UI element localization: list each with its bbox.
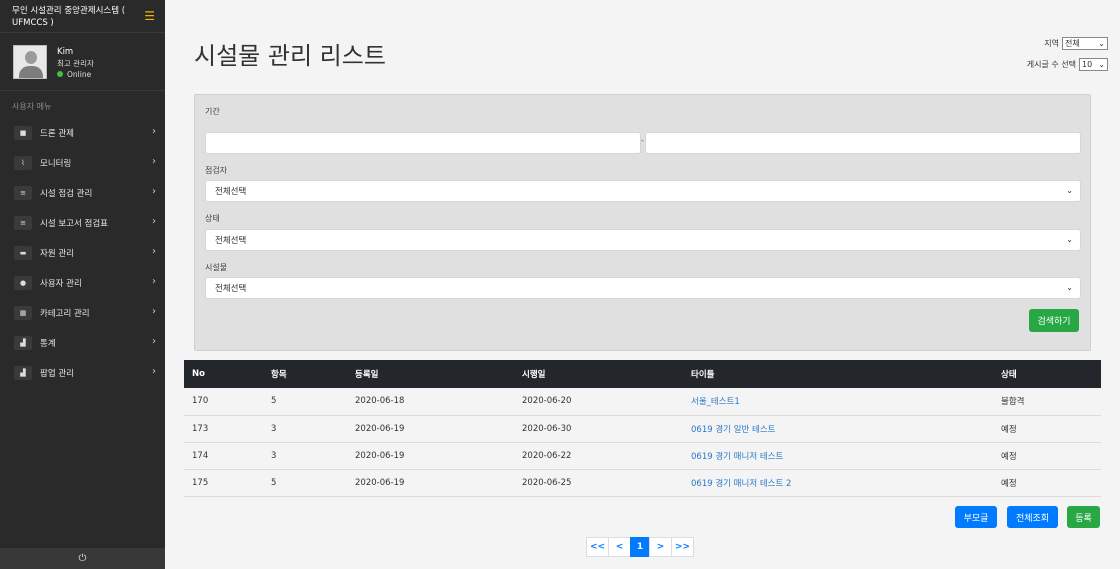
avatar: [13, 45, 47, 79]
status-select[interactable]: 전체선택 ⌄: [205, 229, 1081, 251]
inspector-label: 점검자: [205, 166, 228, 175]
page-size-select[interactable]: 10 ⌄: [1079, 58, 1108, 71]
region-label: 지역: [1044, 39, 1059, 48]
col-executed: 시행일: [514, 360, 683, 388]
col-item: 항목: [263, 360, 347, 388]
col-registered: 등록일: [347, 360, 514, 388]
inspector-select[interactable]: 전체선택 ⌄: [205, 180, 1081, 202]
chevron-right-icon: ›: [152, 336, 156, 347]
sidebar-item-monitoring[interactable]: ⌇ 모니터링 ›: [0, 148, 165, 178]
row-title-link[interactable]: 0619 경기 매니저 테스트: [691, 452, 783, 462]
row-title-link[interactable]: 서울_테스트1: [691, 397, 740, 407]
period-end-input[interactable]: [645, 132, 1081, 154]
filter-panel: 기간 - 점검자 전체선택 ⌄ 상태 전체선택 ⌄ 시설물 전체선택 ⌄ 검색하기: [194, 94, 1091, 351]
col-no: No: [184, 360, 263, 388]
page-current-button[interactable]: 1: [630, 537, 650, 557]
list-icon: ≡: [14, 186, 32, 200]
chevron-right-icon: ›: [152, 306, 156, 317]
line-chart-icon: ⌇: [14, 156, 32, 170]
brand-title: 무인 시설관리 중앙관제시스템 ( UFMCCS ): [12, 6, 126, 28]
chevron-down-icon: ⌄: [1066, 186, 1073, 195]
sidebar-item-drone-control[interactable]: ■ 드론 관제 ›: [0, 118, 165, 148]
col-title: 타이틀: [683, 360, 993, 388]
row-title-link[interactable]: 0619 경기 매니저 테스트 2: [691, 479, 791, 489]
chevron-down-icon: ⌄: [1098, 60, 1105, 69]
sidebar-item-users[interactable]: ● 사용자 관리 ›: [0, 268, 165, 298]
chevron-right-icon: ›: [152, 366, 156, 377]
sidebar-item-statistics[interactable]: ▟ 통계 ›: [0, 328, 165, 358]
col-status: 상태: [993, 360, 1101, 388]
online-dot-icon: [57, 71, 63, 77]
list-icon: ≡: [14, 216, 32, 230]
menu-header: 사용자 메뉴: [12, 102, 52, 111]
table-row: 173 3 2020-06-19 2020-06-30 0619 경기 일반 테…: [184, 415, 1101, 443]
chevron-down-icon: ⌄: [1098, 39, 1105, 48]
chevron-right-icon: ›: [152, 126, 156, 137]
page-prev-button[interactable]: <: [608, 537, 631, 557]
hard-drive-icon: ▬: [14, 246, 32, 260]
period-separator: -: [641, 136, 644, 145]
facility-select[interactable]: 전체선택 ⌄: [205, 277, 1081, 299]
chevron-down-icon: ⌄: [1066, 235, 1073, 244]
facility-label: 시설물: [205, 263, 228, 272]
table-row: 174 3 2020-06-19 2020-06-22 0619 경기 매니저 …: [184, 442, 1101, 470]
region-select[interactable]: 전체 ⌄: [1062, 37, 1108, 50]
sidebar: 무인 시설관리 중앙관제시스템 ( UFMCCS ) ☰ Kim 최고 관리자 …: [0, 0, 165, 569]
menu-toggle-icon[interactable]: ☰: [144, 10, 155, 22]
search-button[interactable]: 검색하기: [1029, 309, 1079, 332]
status-label: 상태: [205, 214, 220, 223]
top-controls: 지역 전체 ⌄ 게시글 수 선택 10 ⌄: [1027, 37, 1108, 79]
pagination: << < 1 > >>: [586, 537, 694, 557]
user-name: Kim: [57, 47, 74, 57]
chevron-right-icon: ›: [152, 156, 156, 167]
brand: 무인 시설관리 중앙관제시스템 ( UFMCCS ) ☰: [0, 0, 165, 33]
sidebar-item-popups[interactable]: ▟ 팝업 관리 ›: [0, 358, 165, 388]
main-content: 시설물 관리 리스트 지역 전체 ⌄ 게시글 수 선택 10 ⌄ 기간 - 점검자 …: [165, 0, 1120, 569]
table-row: 175 5 2020-06-19 2020-06-25 0619 경기 매니저 …: [184, 469, 1101, 497]
parent-post-button[interactable]: 부모글: [955, 506, 997, 528]
bar-chart-icon: ▟: [14, 336, 32, 350]
page-next-button[interactable]: >: [649, 537, 672, 557]
page-size-label: 게시글 수 선택: [1026, 60, 1076, 69]
page-last-button[interactable]: >>: [671, 537, 694, 557]
period-start-input[interactable]: [205, 132, 641, 154]
table-row: 170 5 2020-06-18 2020-06-20 서울_테스트1 불합격: [184, 388, 1101, 416]
chevron-right-icon: ›: [152, 186, 156, 197]
user-role: 최고 관리자: [57, 59, 94, 68]
user-panel: Kim 최고 관리자 Online: [0, 33, 165, 91]
chevron-right-icon: ›: [152, 276, 156, 287]
view-all-button[interactable]: 전체조회: [1007, 506, 1058, 528]
page-first-button[interactable]: <<: [586, 537, 609, 557]
sidebar-item-resources[interactable]: ▬ 자원 관리 ›: [0, 238, 165, 268]
register-button[interactable]: 등록: [1067, 506, 1100, 528]
page-title: 시설물 관리 리스트: [194, 42, 386, 70]
user-status: Online: [57, 69, 94, 81]
row-title-link[interactable]: 0619 경기 일반 테스트: [691, 425, 775, 435]
power-icon: ⏻: [78, 553, 87, 564]
logout-button[interactable]: ⏻: [0, 548, 165, 569]
user-icon: ●: [14, 276, 32, 290]
video-camera-icon: ■: [14, 126, 32, 140]
sidebar-item-facility-inspection[interactable]: ≡ 시설 점검 관리 ›: [0, 178, 165, 208]
period-label: 기간: [205, 107, 220, 116]
grid-icon: ▦: [14, 306, 32, 320]
chevron-right-icon: ›: [152, 246, 156, 257]
sidebar-item-categories[interactable]: ▦ 카테고리 관리 ›: [0, 298, 165, 328]
facility-table: No 항목 등록일 시행일 타이틀 상태 170 5 2020-06-18 20…: [184, 360, 1101, 497]
chevron-down-icon: ⌄: [1066, 283, 1073, 292]
chevron-right-icon: ›: [152, 216, 156, 227]
bar-chart-icon: ▟: [14, 366, 32, 380]
sidebar-item-facility-report[interactable]: ≡ 시설 보고서 점검표 ›: [0, 208, 165, 238]
